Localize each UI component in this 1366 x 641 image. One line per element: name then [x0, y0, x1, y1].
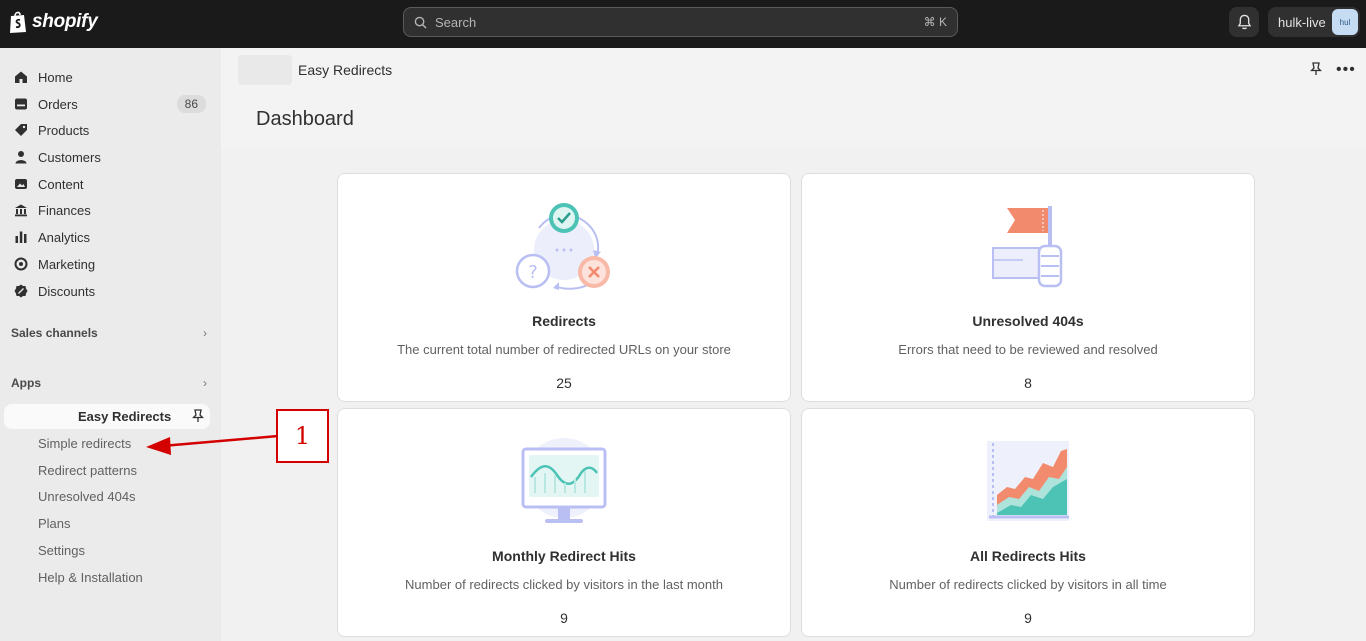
search-icon — [414, 16, 427, 29]
notifications-button[interactable] — [1229, 7, 1259, 37]
sidebar-item-finances[interactable]: Finances — [6, 197, 210, 223]
bell-icon — [1237, 14, 1251, 30]
shopify-logo[interactable]: shopify — [8, 10, 98, 34]
bank-icon — [14, 203, 28, 217]
sidebar-item-orders[interactable]: Orders 86 — [6, 91, 210, 117]
search-bar[interactable]: Search ⌘ K — [403, 7, 958, 37]
sidebar-item-label: Customers — [38, 149, 101, 165]
target-icon — [14, 257, 28, 271]
chevron-right-icon: › — [203, 326, 207, 340]
sidebar-subitem-settings[interactable]: Settings — [38, 543, 85, 558]
top-bar: shopify Search ⌘ K hulk-live hul — [0, 0, 1366, 48]
more-options-icon[interactable]: ••• — [1336, 61, 1356, 79]
sidebar-item-label: Home — [38, 69, 73, 85]
sales-channels-label: Sales channels — [11, 326, 98, 340]
bar-chart-icon — [14, 230, 28, 244]
sidebar-subitem-redirect-patterns[interactable]: Redirect patterns — [38, 463, 137, 478]
card-description: Errors that need to be reviewed and reso… — [898, 342, 1158, 357]
annotation-number-box: 1 — [276, 409, 329, 463]
search-shortcut: ⌘ K — [923, 15, 947, 29]
sidebar-subitem-plans[interactable]: Plans — [38, 516, 71, 531]
page-header — [221, 92, 1366, 148]
search-placeholder: Search — [435, 14, 477, 30]
sidebar: Home Orders 86 Products Customers Conten… — [0, 48, 221, 641]
card-description: Number of redirects clicked by visitors … — [405, 577, 723, 592]
card-value: 9 — [1024, 610, 1032, 626]
sidebar-item-content[interactable]: Content — [6, 171, 210, 197]
area-chart-icon — [987, 441, 1069, 521]
flag-hand-icon — [992, 206, 1063, 288]
card-value: 8 — [1024, 375, 1032, 391]
sidebar-item-label: Orders — [38, 96, 78, 112]
sidebar-item-home[interactable]: Home — [6, 64, 210, 90]
pin-icon[interactable] — [1309, 62, 1323, 81]
card-value: 25 — [556, 375, 572, 391]
content-icon — [14, 177, 28, 191]
unresolved-404s-card[interactable]: Unresolved 404s Errors that need to be r… — [801, 173, 1255, 402]
card-description: Number of redirects clicked by visitors … — [889, 577, 1167, 592]
sales-channels-section[interactable]: Sales channels › — [11, 326, 207, 340]
sidebar-item-products[interactable]: Products — [6, 117, 210, 143]
chevron-right-icon: › — [203, 376, 207, 390]
app-title: Easy Redirects — [298, 62, 393, 78]
card-description: The current total number of redirected U… — [397, 342, 731, 357]
all-redirects-hits-card[interactable]: All Redirects Hits Number of redirects c… — [801, 408, 1255, 637]
orders-icon — [14, 97, 28, 111]
page-title: Dashboard — [256, 108, 354, 130]
sidebar-item-marketing[interactable]: Marketing — [6, 251, 210, 277]
svg-text:?: ? — [528, 262, 538, 283]
apps-label: Apps — [11, 376, 41, 390]
annotation-label: 1 — [294, 422, 311, 450]
annotation-arrow — [146, 434, 279, 455]
main-content: Easy Redirects ••• Dashboard ? Redirects… — [221, 48, 1366, 641]
sidebar-item-label: Discounts — [38, 283, 96, 299]
sidebar-item-label: Content — [38, 176, 84, 192]
redirects-card[interactable]: ? Redirects The current total number of … — [337, 173, 791, 402]
card-title: Unresolved 404s — [972, 313, 1084, 329]
card-title: Monthly Redirect Hits — [492, 548, 636, 564]
home-icon — [14, 70, 28, 84]
discount-icon — [14, 284, 28, 298]
sidebar-item-customers[interactable]: Customers — [6, 144, 210, 170]
sidebar-subitem-simple-redirects[interactable]: Simple redirects — [38, 436, 131, 451]
sidebar-subitem-help-installation[interactable]: Help & Installation — [38, 570, 143, 585]
app-icon — [238, 55, 292, 85]
card-title: All Redirects Hits — [970, 548, 1086, 564]
sidebar-item-analytics[interactable]: Analytics — [6, 224, 210, 250]
person-icon — [14, 150, 28, 164]
store-menu-button[interactable]: hulk-live hul — [1268, 7, 1360, 37]
avatar: hul — [1332, 9, 1358, 35]
shopify-bag-icon — [10, 11, 26, 33]
app-header: Easy Redirects ••• — [221, 48, 1366, 92]
sidebar-item-label: Finances — [38, 202, 91, 218]
monthly-redirect-hits-card[interactable]: Monthly Redirect Hits Number of redirect… — [337, 408, 791, 637]
apps-section[interactable]: Apps › — [11, 376, 207, 390]
sidebar-item-discounts[interactable]: Discounts — [6, 278, 210, 304]
logo-text: shopify — [32, 11, 98, 32]
orders-count-badge: 86 — [176, 95, 206, 113]
sidebar-item-label: Analytics — [38, 229, 91, 245]
tag-icon — [14, 123, 28, 137]
card-value: 9 — [560, 610, 568, 626]
card-title: Redirects — [532, 313, 596, 329]
monitor-chart-icon — [521, 438, 607, 523]
sidebar-subitem-unresolved-404s[interactable]: Unresolved 404s — [38, 489, 136, 504]
store-name: hulk-live — [1278, 14, 1326, 30]
sidebar-item-label: Products — [38, 122, 90, 138]
sidebar-item-label: Marketing — [38, 256, 96, 272]
redirect-cycle-icon: ? — [515, 203, 610, 290]
